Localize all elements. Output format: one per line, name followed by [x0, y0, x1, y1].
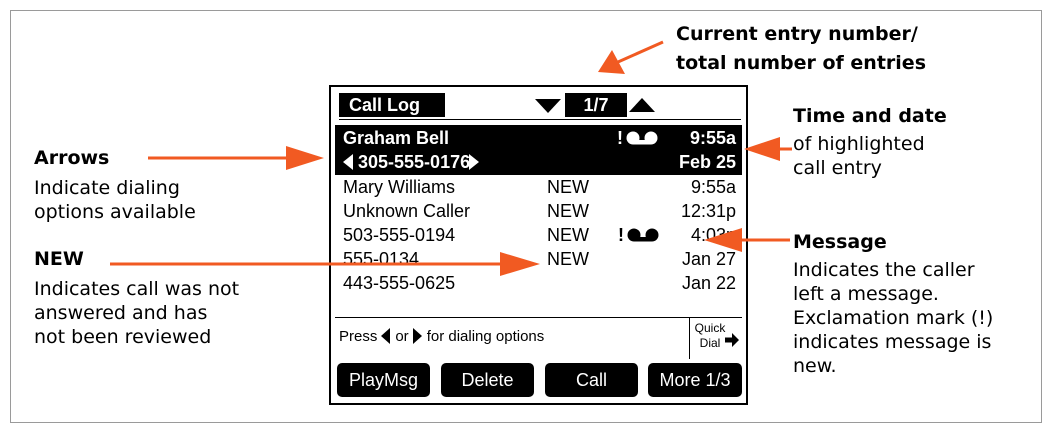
softkey-bar: PlayMsg Delete Call More 1/3	[334, 363, 743, 399]
delete-button[interactable]: Delete	[441, 363, 534, 397]
right-arrow-icon[interactable]	[469, 154, 479, 170]
right-arrow-icon	[725, 333, 739, 347]
call-time: 4:03p	[690, 225, 736, 245]
annotation-entry-number: Current entry number/ total number of en…	[676, 22, 926, 75]
annotation-message-line2: left a message.	[793, 283, 939, 305]
annotation-new-line2: answered and has	[34, 302, 208, 324]
playmsg-button[interactable]: PlayMsg	[337, 363, 430, 397]
annotation-arrows-line1: Indicate dialing	[34, 177, 180, 199]
right-arrow-icon	[412, 328, 422, 344]
call-time: 12:31p	[680, 201, 736, 221]
highlighted-number: 305-555-0176	[358, 152, 471, 172]
call-status: NEW	[547, 225, 589, 245]
list-item[interactable]: 503-555-0194 NEW ! 4:03p	[335, 223, 742, 247]
list-item[interactable]: 443-555-0625 Jan 22	[335, 271, 742, 295]
annotation-time-date-title: Time and date	[793, 105, 947, 127]
new-message-mark: !	[617, 128, 623, 148]
annotation-message-title: Message	[793, 231, 887, 253]
highlighted-time: 9:55a	[689, 128, 736, 148]
call-status: NEW	[547, 177, 589, 197]
annotation-new-title: NEW	[34, 248, 84, 270]
caller-name: 503-555-0194	[343, 225, 456, 245]
screen-title: Call Log	[339, 93, 445, 117]
annotation-new-line1: Indicates call was not	[34, 278, 240, 300]
call-status: NEW	[547, 201, 589, 221]
voicemail-tape-icon	[626, 131, 658, 145]
list-item[interactable]: Unknown Caller NEW 12:31p	[335, 199, 742, 223]
annotation-arrows-line2: options available	[34, 201, 196, 223]
highlighted-entry[interactable]: Graham Bell ! 9:55a 305-555-0176 Feb 25	[335, 125, 742, 175]
quick-dial-line2: Dial	[699, 336, 721, 350]
annotation-time-date-line1: of highlighted	[793, 133, 925, 155]
call-status: NEW	[547, 249, 589, 269]
down-triangle-icon[interactable]	[535, 99, 561, 113]
caller-name: Mary Williams	[343, 177, 455, 197]
entry-counter: 1/7	[565, 93, 627, 117]
left-arrow-icon	[381, 328, 391, 344]
call-time: Jan 27	[681, 249, 736, 269]
annotation-message-line3: Exclamation mark (!)	[793, 307, 994, 329]
call-time: 9:55a	[690, 177, 736, 197]
hint-rest: for dialing options	[426, 328, 545, 345]
annotation-message: Message Indicates the caller left a mess…	[793, 230, 993, 378]
annotation-arrows: Arrows Indicate dialing options availabl…	[34, 146, 196, 224]
quick-dial-line1: Quick	[694, 321, 726, 335]
annotation-entry-number-line1: Current entry number/	[676, 23, 918, 45]
hint-divider	[335, 317, 742, 318]
highlighted-caller-name: Graham Bell	[343, 128, 450, 148]
caller-name: 443-555-0625	[343, 273, 456, 293]
annotation-new-line3: not been reviewed	[34, 326, 212, 348]
title-divider	[339, 119, 741, 120]
list-item[interactable]: Mary Williams NEW 9:55a	[335, 175, 742, 199]
annotation-entry-number-line2: total number of entries	[676, 52, 926, 74]
highlighted-date: Feb 25	[678, 152, 736, 172]
left-arrow-icon[interactable]	[343, 154, 353, 170]
quick-dial-button[interactable]: Quick Dial	[693, 321, 727, 351]
hint-or: or	[395, 328, 409, 345]
new-message-mark: !	[618, 225, 624, 245]
annotation-message-line5: new.	[793, 355, 837, 377]
more-button[interactable]: More 1/3	[648, 363, 742, 397]
call-time: Jan 22	[681, 273, 736, 293]
annotation-new: NEW Indicates call was not answered and …	[34, 247, 239, 349]
hint-press: Press	[339, 328, 378, 345]
phone-screen: Call Log 1/7 Graham Bell ! 9:55a 305-555…	[329, 85, 748, 405]
up-triangle-icon[interactable]	[629, 98, 655, 112]
title-bar: Call Log 1/7	[339, 93, 741, 117]
hint-separator	[689, 317, 690, 359]
annotation-arrows-title: Arrows	[34, 147, 110, 169]
annotation-message-line4: indicates message is	[793, 331, 992, 353]
caller-name: 555-0134	[343, 249, 420, 269]
annotation-time-date: Time and date of highlighted call entry	[793, 104, 947, 180]
dialing-hint: Press or for dialing options	[339, 327, 544, 347]
annotation-message-line1: Indicates the caller	[793, 259, 975, 281]
caller-name: Unknown Caller	[343, 201, 471, 221]
voicemail-tape-icon	[627, 228, 659, 242]
call-button[interactable]: Call	[545, 363, 638, 397]
annotation-time-date-line2: call entry	[793, 157, 882, 179]
list-item[interactable]: 555-0134 NEW Jan 27	[335, 247, 742, 271]
